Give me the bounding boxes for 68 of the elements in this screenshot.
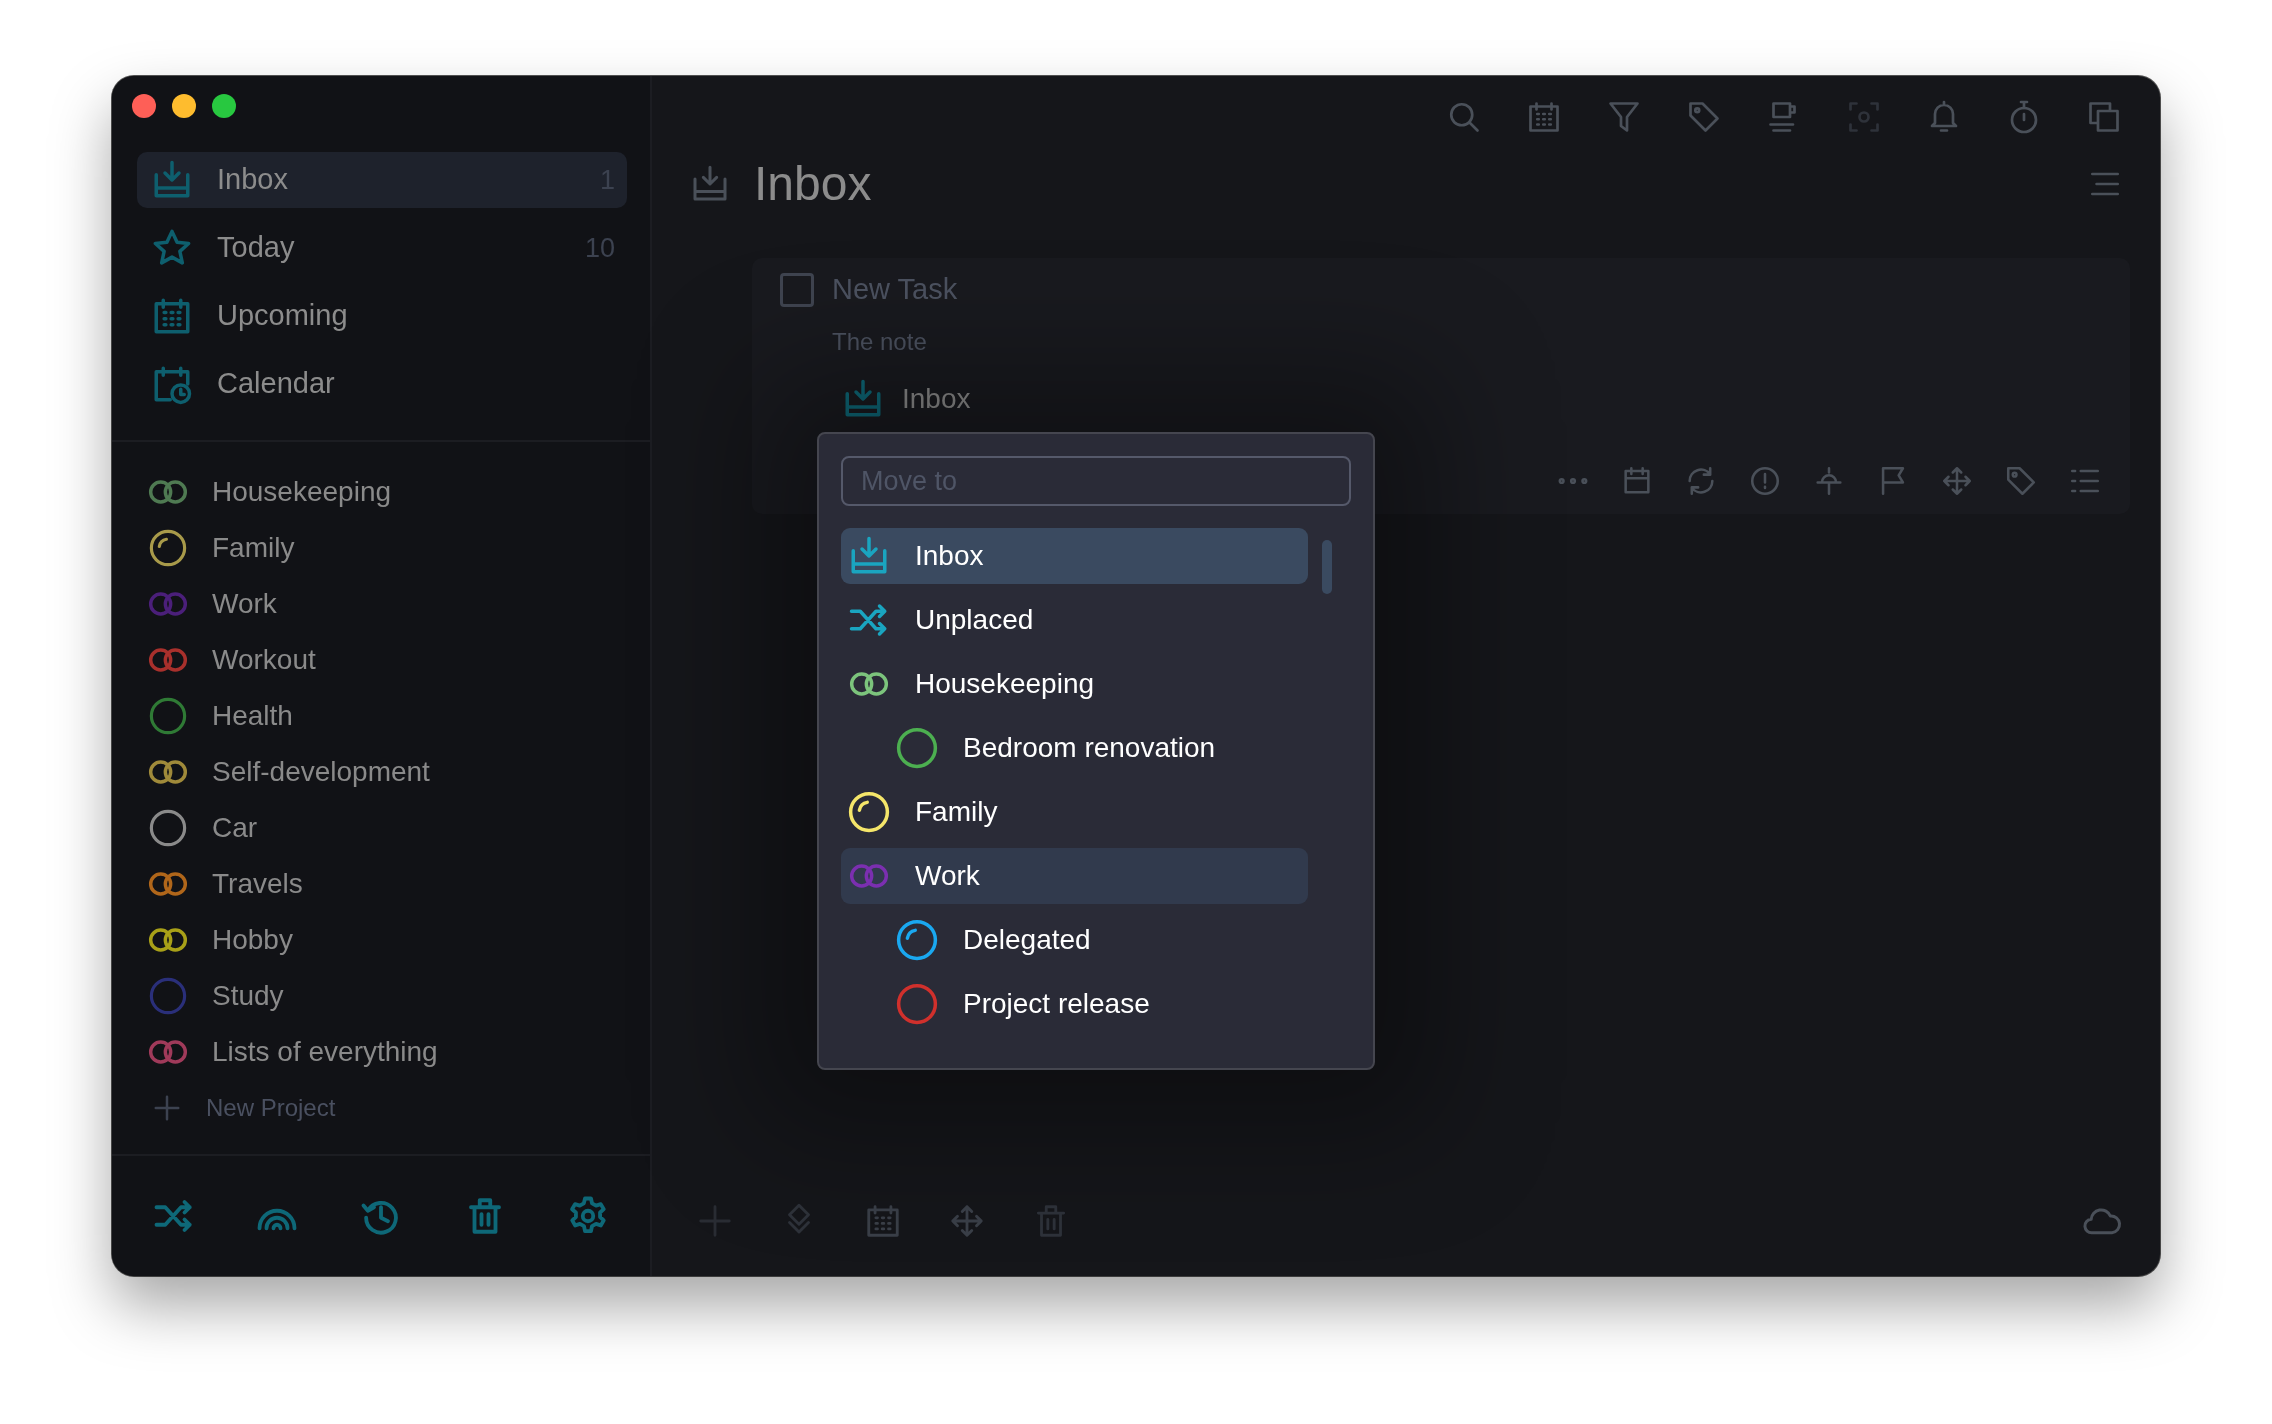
- move-icon[interactable]: [1940, 464, 1974, 498]
- project-item[interactable]: Family: [112, 520, 650, 576]
- project-label: Workout: [212, 643, 316, 677]
- close-button[interactable]: [132, 94, 156, 118]
- filter-icon[interactable]: [1606, 99, 1642, 135]
- sidebar-item[interactable]: Today 10: [137, 220, 627, 276]
- project-label: Study: [212, 979, 284, 1013]
- menu-item-label: Unplaced: [915, 603, 1034, 637]
- task-title-field[interactable]: New Task: [832, 268, 1232, 312]
- menu-item[interactable]: Bedroom renovation: [841, 720, 1308, 776]
- project-item[interactable]: Health: [112, 688, 650, 744]
- nav-label: Calendar: [217, 366, 336, 402]
- menu-item[interactable]: Unplaced: [841, 592, 1308, 648]
- project-label: Work: [212, 587, 277, 621]
- sidebar-item[interactable]: Upcoming: [137, 288, 627, 344]
- project-item[interactable]: Car: [112, 800, 650, 856]
- task-note-field[interactable]: The note: [832, 323, 1232, 360]
- task-project-label[interactable]: Inbox: [902, 377, 971, 420]
- menu-item-label: Delegated: [963, 923, 1091, 957]
- project-item[interactable]: Housekeeping: [112, 464, 650, 520]
- nav-label: Today: [217, 230, 296, 266]
- task-checkbox[interactable]: [780, 272, 814, 307]
- menu-item-label: Family: [915, 795, 998, 829]
- tag-icon[interactable]: [2004, 464, 2038, 498]
- menu-item-label: Bedroom renovation: [963, 731, 1216, 765]
- menu-item-label: Inbox: [915, 539, 984, 573]
- project-item[interactable]: Hobby: [112, 912, 650, 968]
- project-item[interactable]: Work: [112, 576, 650, 632]
- zoom-button[interactable]: [212, 94, 236, 118]
- item-count: 10: [584, 231, 615, 265]
- project-label: Car: [212, 811, 258, 845]
- menu-item[interactable]: Project release: [841, 976, 1308, 1032]
- copy-icon[interactable]: [2086, 99, 2122, 135]
- project-item[interactable]: Study: [112, 968, 650, 1024]
- project-label: Housekeeping: [212, 475, 392, 509]
- project-item[interactable]: Travels: [112, 856, 650, 912]
- calendar-icon[interactable]: [1526, 99, 1562, 135]
- scan-icon[interactable]: [1846, 99, 1882, 135]
- plus-icon: [152, 1093, 182, 1123]
- sidebar-item[interactable]: Calendar: [137, 356, 627, 412]
- plus-icon[interactable]: [696, 1202, 734, 1240]
- menu-item[interactable]: Work: [841, 848, 1308, 904]
- scrollbar-thumb[interactable]: [1322, 540, 1332, 594]
- inbox-icon: [690, 164, 730, 204]
- calendar-icon[interactable]: [864, 1202, 902, 1240]
- project-label: Health: [212, 699, 293, 733]
- minimize-button[interactable]: [172, 94, 196, 118]
- nav-label: Inbox: [217, 162, 289, 198]
- menu-item-label: Work: [915, 859, 980, 893]
- menu-item-label: Housekeeping: [915, 667, 1095, 701]
- project-item[interactable]: Self-development: [112, 744, 650, 800]
- menu-item-label: Project release: [963, 987, 1150, 1021]
- move-icon[interactable]: [948, 1202, 986, 1240]
- menu-item[interactable]: Family: [841, 784, 1308, 840]
- menu-item[interactable]: Delegated: [841, 912, 1308, 968]
- project-item[interactable]: Workout: [112, 632, 650, 688]
- tag-icon[interactable]: [1686, 99, 1722, 135]
- project-label: Lists of everything: [212, 1035, 438, 1069]
- nav-label: Upcoming: [217, 298, 349, 334]
- project-item[interactable]: Lists of everything: [112, 1024, 650, 1080]
- project-label: Travels: [212, 867, 303, 901]
- menu-item[interactable]: Inbox: [841, 528, 1308, 584]
- page-title: Inbox: [754, 156, 873, 212]
- project-label: Self-development: [212, 755, 430, 789]
- menu-item[interactable]: Housekeeping: [841, 656, 1308, 712]
- project-label: Hobby: [212, 923, 293, 957]
- project-label: Family: [212, 531, 295, 565]
- alert-icon[interactable]: [1748, 464, 1782, 498]
